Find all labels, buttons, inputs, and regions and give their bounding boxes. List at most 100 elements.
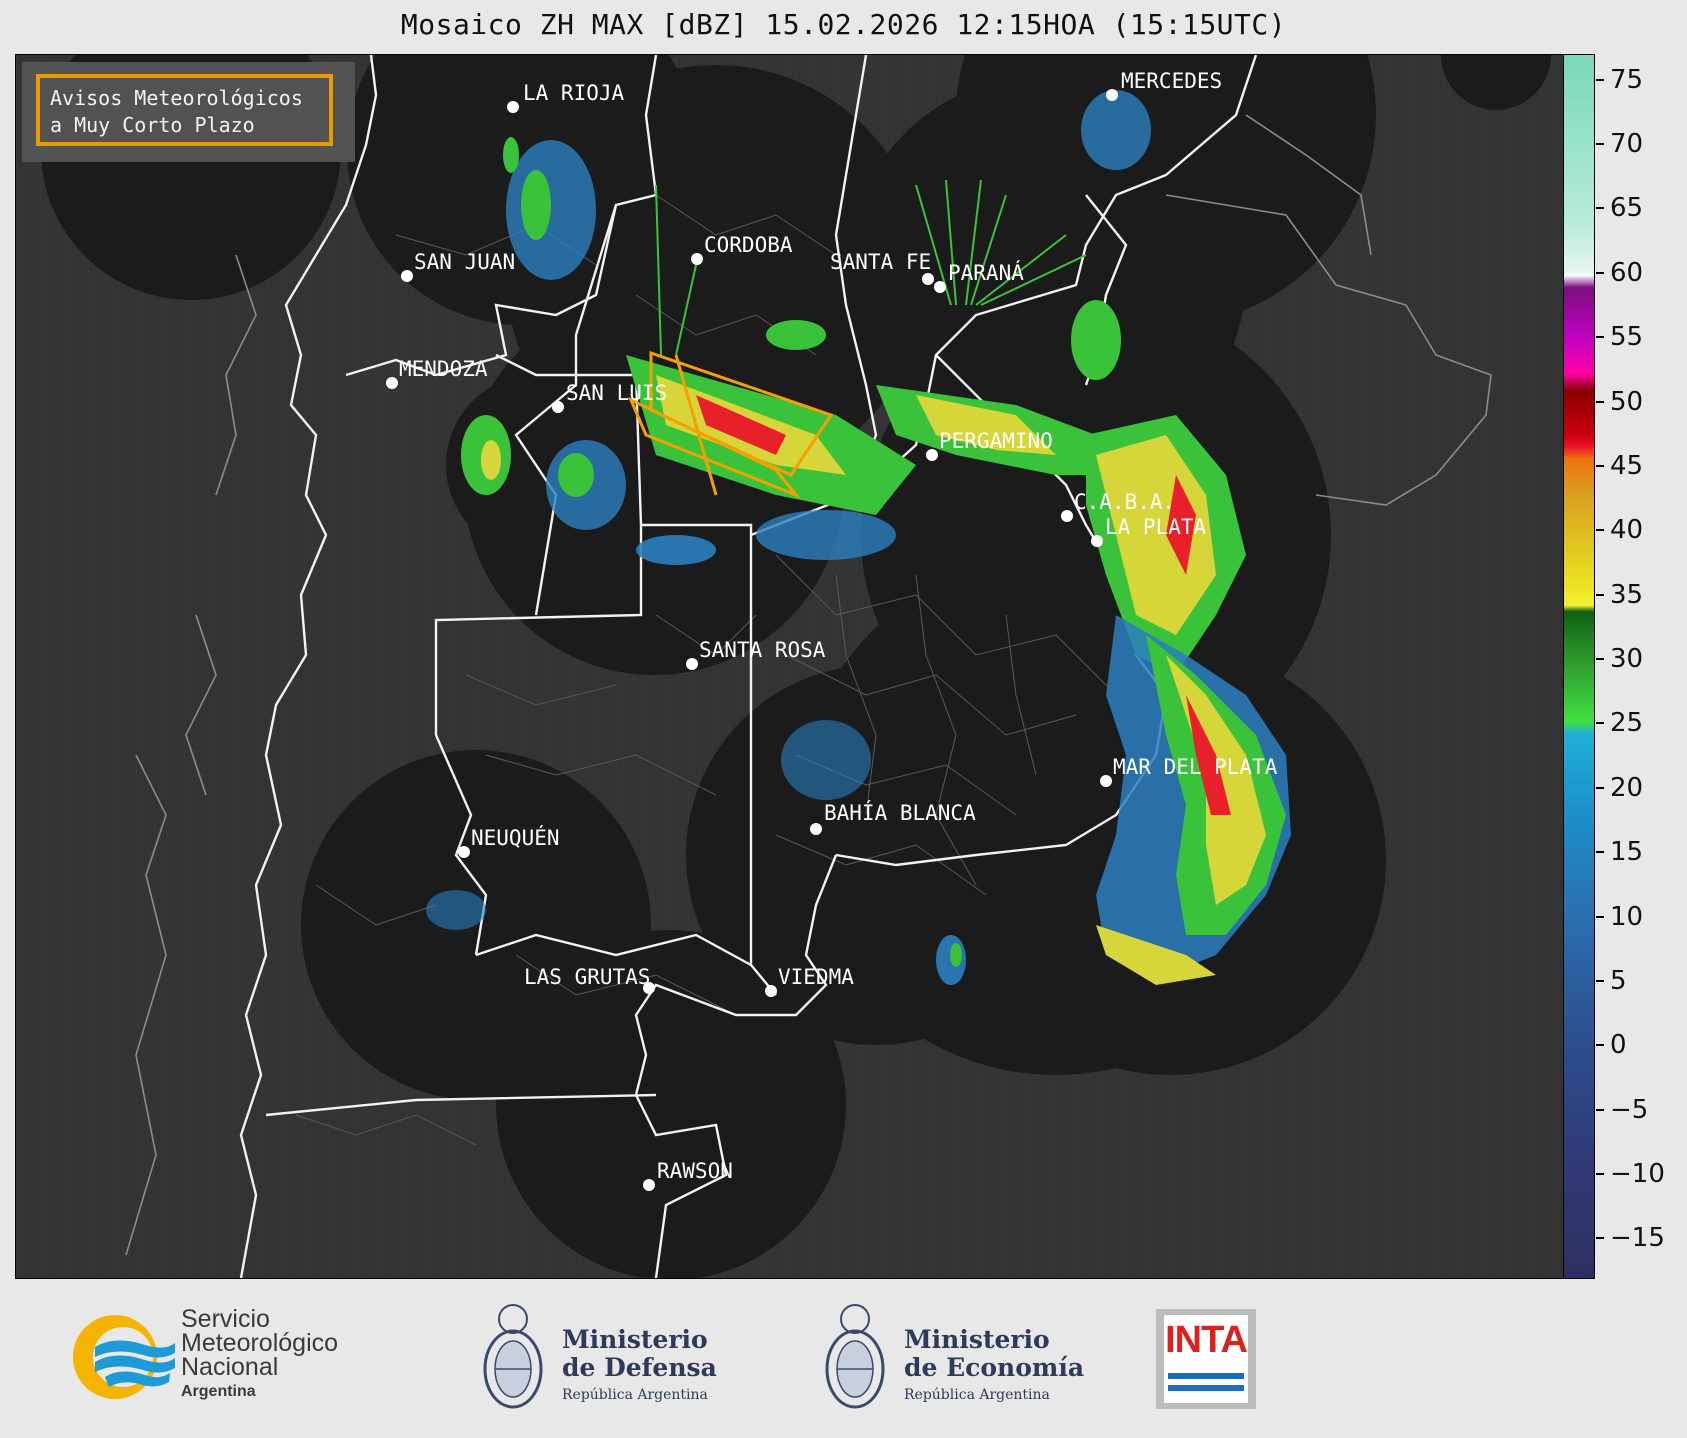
inta-stripe-1 xyxy=(1168,1373,1244,1379)
ministerio-defensa-logo[interactable]: Ministerio de Defensa República Argentin… xyxy=(478,1297,738,1417)
city-label-mar-del-plata: MAR DEL PLATA xyxy=(1113,755,1278,779)
radar-map-canvas: LA RIOJA MERCEDES SAN JUAN CORDOBA SANTA FE P… xyxy=(16,55,1563,1278)
smn-line-4: Argentina xyxy=(181,1383,256,1400)
city-label-rawson: RAWSON xyxy=(657,1159,733,1183)
economia-line-2: de Economía xyxy=(904,1353,1085,1382)
smn-emblem-icon xyxy=(73,1315,175,1399)
city-label-neuquen: NEUQUÉN xyxy=(471,825,560,850)
radar-map[interactable]: LA RIOJA MERCEDES SAN JUAN CORDOBA SANTA FE P… xyxy=(15,54,1564,1279)
smn-line-3: Nacional xyxy=(181,1353,279,1381)
city-marker-mercedes[interactable] xyxy=(1106,89,1118,101)
inta-logo-panel: INTA xyxy=(1164,1315,1248,1403)
defensa-line-2: de Defensa xyxy=(562,1353,717,1382)
city-marker-cordoba[interactable] xyxy=(691,253,703,265)
city-marker-neuquen[interactable] xyxy=(458,846,470,858)
city-marker-la-rioja[interactable] xyxy=(507,101,519,113)
city-marker-santa-rosa[interactable] xyxy=(686,658,698,670)
ministerio-economia-logo[interactable]: Ministerio de Economía República Argenti… xyxy=(820,1297,1090,1417)
colorbar-tick xyxy=(1596,593,1604,596)
city-label-bahia-blanca: BAHÍA BLANCA xyxy=(824,800,976,825)
city-label-la-rioja: LA RIOJA xyxy=(523,81,625,105)
colorbar-tick-label: 10 xyxy=(1610,901,1644,932)
map-title: Mosaico ZH MAX [dBZ] 15.02.2026 12:15HOA… xyxy=(400,8,1287,41)
colorbar-ticks: 75 70 65 60 55 50 45 40 35 30 25 20 15 10 5 0 −5 −10 −15 xyxy=(1596,54,1686,1277)
inta-stripe-2 xyxy=(1168,1385,1244,1391)
city-label-san-juan: SAN JUAN xyxy=(414,250,515,274)
colorbar-tick-label: 55 xyxy=(1610,322,1644,353)
colorbar-tick-label: −10 xyxy=(1610,1159,1665,1189)
footer-logos: Servicio Meteorológico Nacional Argentin… xyxy=(0,1277,1687,1438)
colorbar-tick xyxy=(1596,78,1604,81)
inta-logo[interactable]: INTA xyxy=(1156,1309,1256,1409)
city-marker-san-juan[interactable] xyxy=(401,270,413,282)
city-label-viedma: VIEDMA xyxy=(778,965,854,989)
economia-line-3: República Argentina xyxy=(904,1387,1050,1403)
colorbar-tick xyxy=(1596,1237,1604,1240)
smn-line-1: Servicio xyxy=(181,1305,270,1333)
colorbar-gradient xyxy=(1564,55,1594,1278)
city-marker-pergamino[interactable] xyxy=(926,449,938,461)
colorbar-tick xyxy=(1596,1173,1604,1175)
city-marker-mar-del-plata[interactable] xyxy=(1100,775,1112,787)
city-marker-la-plata[interactable] xyxy=(1091,535,1103,547)
colorbar-tick-label: 45 xyxy=(1610,450,1644,481)
colorbar-tick-label: 25 xyxy=(1610,708,1644,739)
colorbar-tick xyxy=(1596,658,1604,661)
colorbar-tick xyxy=(1596,915,1604,918)
colorbar-tick-label: 30 xyxy=(1610,644,1644,675)
city-marker-santa-fe[interactable] xyxy=(922,273,934,285)
colorbar-tick xyxy=(1596,143,1604,146)
smn-logo[interactable]: Servicio Meteorológico Nacional Argentin… xyxy=(65,1307,385,1407)
city-marker-parana[interactable] xyxy=(934,281,946,293)
colorbar-tick-label: 35 xyxy=(1610,579,1644,610)
coat-of-arms-icon xyxy=(483,1304,543,1409)
colorbar-tick-label: 60 xyxy=(1610,257,1644,288)
city-label-caba: C.A.B.A. xyxy=(1074,490,1175,514)
colorbar-tick-label: 65 xyxy=(1610,193,1644,224)
coat-of-arms-icon xyxy=(825,1304,885,1409)
colorbar-tick xyxy=(1596,529,1604,532)
colorbar-tick xyxy=(1596,722,1604,725)
colorbar-tick xyxy=(1596,786,1604,789)
notice-line-1: Avisos Meteorológicos xyxy=(50,86,303,110)
notice-line-2: a Muy Corto Plazo xyxy=(50,113,255,137)
city-marker-viedma[interactable] xyxy=(765,985,777,997)
colorbar-tick-label: 40 xyxy=(1610,515,1644,546)
colorbar-tick xyxy=(1596,207,1604,210)
colorbar-tick-label: 5 xyxy=(1610,965,1627,996)
inta-logo-text: INTA xyxy=(1165,1319,1248,1361)
city-marker-mendoza[interactable] xyxy=(386,377,398,389)
colorbar-tick-label: 0 xyxy=(1610,1030,1627,1061)
notice-box[interactable]: Avisos Meteorológicos a Muy Corto Plazo xyxy=(36,74,333,146)
colorbar-tick-label: 50 xyxy=(1610,386,1644,417)
city-marker-caba[interactable] xyxy=(1061,510,1073,522)
notice-panel: Avisos Meteorológicos a Muy Corto Plazo xyxy=(22,62,355,162)
colorbar-tick-label: 70 xyxy=(1610,129,1644,160)
city-label-san-luis: SAN LUIS xyxy=(566,381,667,405)
city-label-mendoza: MENDOZA xyxy=(399,357,488,381)
colorbar-tick-label: 20 xyxy=(1610,772,1644,803)
colorbar-tick xyxy=(1596,979,1604,982)
city-label-la-plata: LA PLATA xyxy=(1105,515,1207,539)
city-label-mercedes: MERCEDES xyxy=(1121,69,1222,93)
defensa-line-3: República Argentina xyxy=(562,1387,708,1403)
colorbar-tick xyxy=(1596,464,1604,467)
city-label-parana: PARANÁ xyxy=(948,260,1024,285)
colorbar-tick xyxy=(1596,1044,1604,1047)
city-marker-bahia-blanca[interactable] xyxy=(810,823,822,835)
colorbar xyxy=(1563,54,1595,1279)
city-label-santa-fe: SANTA FE xyxy=(830,250,931,274)
city-label-pergamino: PERGAMINO xyxy=(939,429,1053,453)
economia-line-1: Ministerio xyxy=(904,1325,1050,1354)
colorbar-tick xyxy=(1596,336,1604,339)
colorbar-tick-label: −15 xyxy=(1610,1223,1665,1254)
colorbar-tick-label: −5 xyxy=(1610,1094,1649,1125)
city-label-santa-rosa: SANTA ROSA xyxy=(699,638,826,662)
defensa-line-1: Ministerio xyxy=(562,1325,708,1354)
colorbar-tick-label: 15 xyxy=(1610,837,1644,868)
city-marker-san-luis[interactable] xyxy=(552,401,564,413)
smn-line-2: Meteorológico xyxy=(181,1329,339,1357)
colorbar-tick xyxy=(1596,851,1604,854)
city-marker-rawson[interactable] xyxy=(643,1179,655,1191)
colorbar-tick xyxy=(1596,271,1604,274)
